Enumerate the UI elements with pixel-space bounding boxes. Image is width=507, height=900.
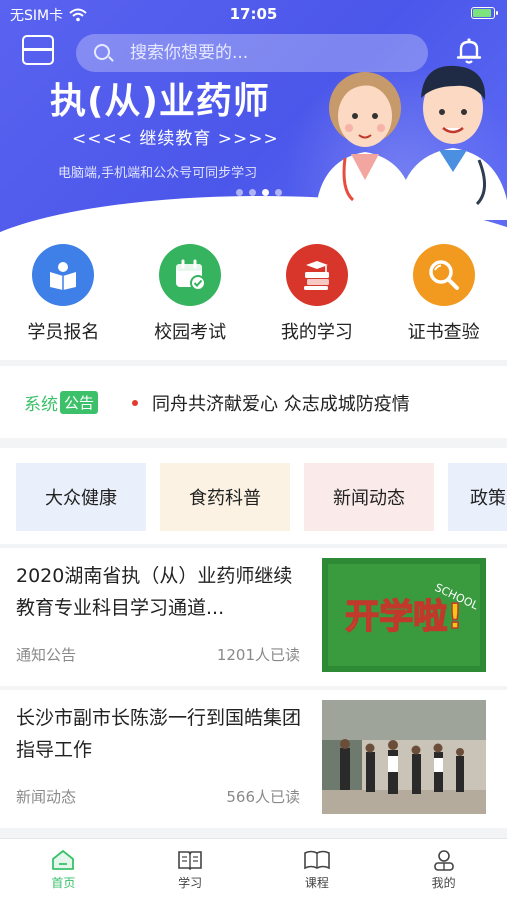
book-reader-icon: [50, 262, 77, 290]
status-bar: 无SIM卡 17:05: [0, 0, 507, 28]
doctors-illustration: [315, 65, 507, 220]
quick-label: 学员报名: [27, 322, 100, 343]
news-category: 通知公告: [16, 646, 77, 664]
banner-carousel[interactable]: 无SIM卡 17:05 执(从)业药师 <<<< 继续教育 >>>> 电脑端,手…: [0, 0, 507, 240]
news-read-count: 1201人已读: [216, 646, 300, 664]
category-public-health[interactable]: 大众健康: [16, 463, 146, 531]
category-policy[interactable]: 政策: [448, 463, 507, 531]
notice-tag: 系统 公告: [24, 390, 99, 415]
quick-item-exam[interactable]: 校园考试: [127, 240, 254, 360]
news-thumbnail: [322, 700, 486, 814]
magnifier-icon: [428, 260, 459, 290]
tab-home[interactable]: 首页: [0, 839, 127, 900]
notice-bullet: [132, 400, 138, 406]
news-title: 长沙市副市长陈澎一行到国皓集团指导工作: [16, 707, 302, 761]
carousel-dot[interactable]: [236, 189, 243, 196]
calendar-check-icon: [176, 259, 207, 291]
banner-subtitle: <<<< 继续教育 >>>>: [72, 129, 279, 149]
carousel-dot[interactable]: [275, 189, 282, 196]
quick-label: 我的学习: [280, 322, 353, 343]
books-stack-icon: [303, 261, 329, 290]
category-tabs: 大众健康 食药科普 新闻动态 政策: [0, 448, 507, 544]
quick-icon-circle: [412, 244, 475, 306]
system-notice[interactable]: 系统 公告 同舟共济献爱心 众志成城防疫情: [0, 366, 507, 438]
quick-item-enroll[interactable]: 学员报名: [0, 240, 127, 360]
carousel-indicator: [236, 189, 282, 196]
book-icon: [304, 850, 330, 870]
news-item[interactable]: 2020湖南省执（从）业药师继续教育专业科目学习通道... 通知公告 1201人…: [0, 548, 507, 686]
carousel-dot[interactable]: [249, 189, 256, 196]
open-book-icon: [178, 851, 202, 871]
battery-icon: [471, 7, 498, 19]
group-visit-photo: [322, 700, 486, 814]
quick-label: 证书查验: [407, 322, 480, 343]
news-category: 新闻动态: [16, 788, 77, 806]
category-drug-science[interactable]: 食药科普: [160, 463, 290, 531]
home-icon: [52, 850, 75, 870]
quick-icon-circle: [32, 244, 95, 306]
banner-note: 电脑端,手机端和公众号可同步学习: [58, 166, 258, 181]
quick-icon-circle: [159, 244, 222, 306]
tab-study[interactable]: 学习: [127, 839, 254, 900]
banner-title: 执(从)业药师: [50, 81, 270, 122]
carousel-dot[interactable]: [262, 189, 269, 196]
quick-menu: 学员报名 校园考试 我的学习 证书查验: [0, 240, 507, 360]
news-item[interactable]: 长沙市副市长陈澎一行到国皓集团指导工作 新闻动态 566人已读: [0, 690, 507, 828]
notice-tag-badge: 公告: [60, 391, 99, 414]
tab-courses[interactable]: 课程: [254, 839, 381, 900]
tab-me[interactable]: 我的: [380, 839, 507, 900]
school-start-image: 开学啦! SCHOOL: [322, 558, 486, 672]
quick-icon-circle: [285, 244, 348, 306]
category-news[interactable]: 新闻动态: [304, 463, 434, 531]
news-title: 2020湖南省执（从）业药师继续教育专业科目学习通道...: [16, 565, 293, 619]
news-thumbnail: 开学啦! SCHOOL: [322, 558, 486, 672]
notice-tag-text: 系统: [24, 395, 58, 415]
scan-button[interactable]: [22, 35, 54, 65]
tab-label: 学习: [178, 876, 203, 890]
quick-item-my-study[interactable]: 我的学习: [254, 240, 381, 360]
tab-label: 首页: [51, 876, 76, 890]
quick-label: 校园考试: [154, 322, 227, 343]
bottom-tab-bar: 首页 学习 课程 我的: [0, 838, 507, 900]
quick-item-certificate[interactable]: 证书查验: [380, 240, 507, 360]
user-icon: [433, 850, 454, 871]
search-icon: [94, 44, 110, 60]
notice-text[interactable]: 同舟共济献爱心 众志成城防疫情: [152, 390, 410, 416]
news-read-count: 566人已读: [226, 788, 300, 806]
tab-label: 课程: [304, 876, 329, 890]
image-headline: 开学啦!: [345, 597, 463, 637]
status-time: 17:05: [229, 5, 278, 23]
tab-label: 我的: [431, 876, 456, 890]
